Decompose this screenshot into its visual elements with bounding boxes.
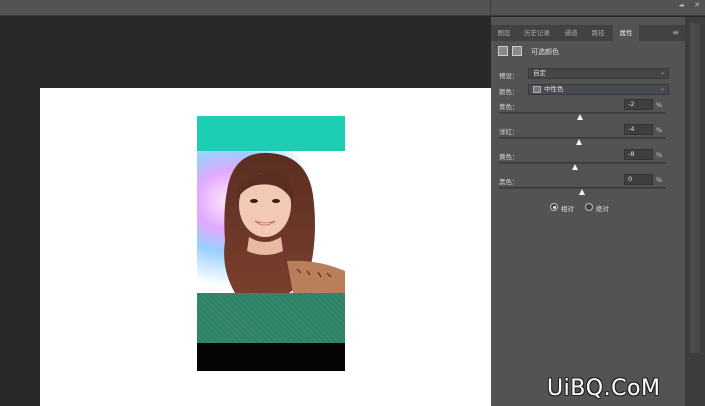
scrollbar-thumb[interactable] xyxy=(690,23,700,353)
teal-bottom-band xyxy=(197,293,345,343)
magenta-slider-track[interactable] xyxy=(499,137,666,139)
cyan-input[interactable]: -2 xyxy=(624,99,653,110)
tab-properties[interactable]: 属性 xyxy=(613,25,639,41)
absolute-radio[interactable] xyxy=(585,203,593,211)
magenta-unit: % xyxy=(656,126,663,134)
black-bottom-band xyxy=(197,343,345,371)
top-strip: ◂◂ ✕ xyxy=(0,0,705,16)
teal-top-band xyxy=(197,116,345,151)
cyan-label: 青色： xyxy=(499,103,519,111)
tab-channels[interactable]: 通道 xyxy=(557,25,585,41)
collapse-icon[interactable]: ◂◂ xyxy=(679,2,684,9)
black-label: 黑色： xyxy=(499,178,519,186)
magenta-label: 洋红： xyxy=(499,128,519,136)
yellow-unit: % xyxy=(656,151,663,159)
black-unit: % xyxy=(656,176,663,184)
preset-value: 自定 xyxy=(533,69,546,77)
cyan-unit: % xyxy=(656,101,663,109)
black-slider-thumb[interactable] xyxy=(579,189,585,195)
colors-label: 颜色： xyxy=(499,88,519,96)
preset-label: 预设： xyxy=(499,72,519,80)
absolute-label: 绝对 xyxy=(596,205,609,213)
yellow-label: 黄色： xyxy=(499,153,519,161)
close-icon[interactable]: ✕ xyxy=(694,1,700,9)
site-watermark: UiBQ.CoM xyxy=(547,376,661,401)
color-swatch-icon xyxy=(533,85,541,93)
yellow-slider-track[interactable] xyxy=(499,162,666,164)
panel-tabs: 图层 历史记录 通道 路径 属性 ≡ xyxy=(491,25,685,41)
panel-divider xyxy=(490,0,491,16)
panel-menu-icon[interactable]: ≡ xyxy=(672,28,679,37)
portrait-photo xyxy=(197,151,345,293)
colors-value: 中性色 xyxy=(544,85,564,93)
adjustment-layer-icon xyxy=(498,46,508,56)
tab-history[interactable]: 历史记录 xyxy=(517,25,557,41)
properties-panel: 图层 历史记录 通道 路径 属性 ≡ 可选颜色 预设： 自定 ⌄ 颜色： 中性色… xyxy=(491,17,685,406)
colors-dropdown[interactable]: 中性色 ⌄ xyxy=(528,84,669,95)
black-input[interactable]: 0 xyxy=(624,174,653,185)
tab-paths[interactable]: 路径 xyxy=(585,25,611,41)
magenta-input[interactable]: -4 xyxy=(624,124,653,135)
panel-scrollbar[interactable] xyxy=(685,17,705,406)
magenta-slider-thumb[interactable] xyxy=(576,139,582,145)
tab-layers[interactable]: 图层 xyxy=(491,25,517,41)
yellow-slider-thumb[interactable] xyxy=(572,164,578,170)
cyan-slider-thumb[interactable] xyxy=(577,114,583,120)
adjustment-title-text: 可选颜色 xyxy=(531,48,559,56)
photo-layer[interactable] xyxy=(197,116,345,371)
layer-mask-icon[interactable] xyxy=(512,46,522,56)
preset-dropdown[interactable]: 自定 ⌄ xyxy=(528,68,669,79)
chevron-down-icon: ⌄ xyxy=(659,69,665,76)
relative-label: 相对 xyxy=(561,205,574,213)
yellow-input[interactable]: -8 xyxy=(624,149,653,160)
portrait-image xyxy=(197,151,345,293)
chevron-down-icon: ⌄ xyxy=(659,85,665,92)
relative-radio[interactable] xyxy=(550,203,558,211)
